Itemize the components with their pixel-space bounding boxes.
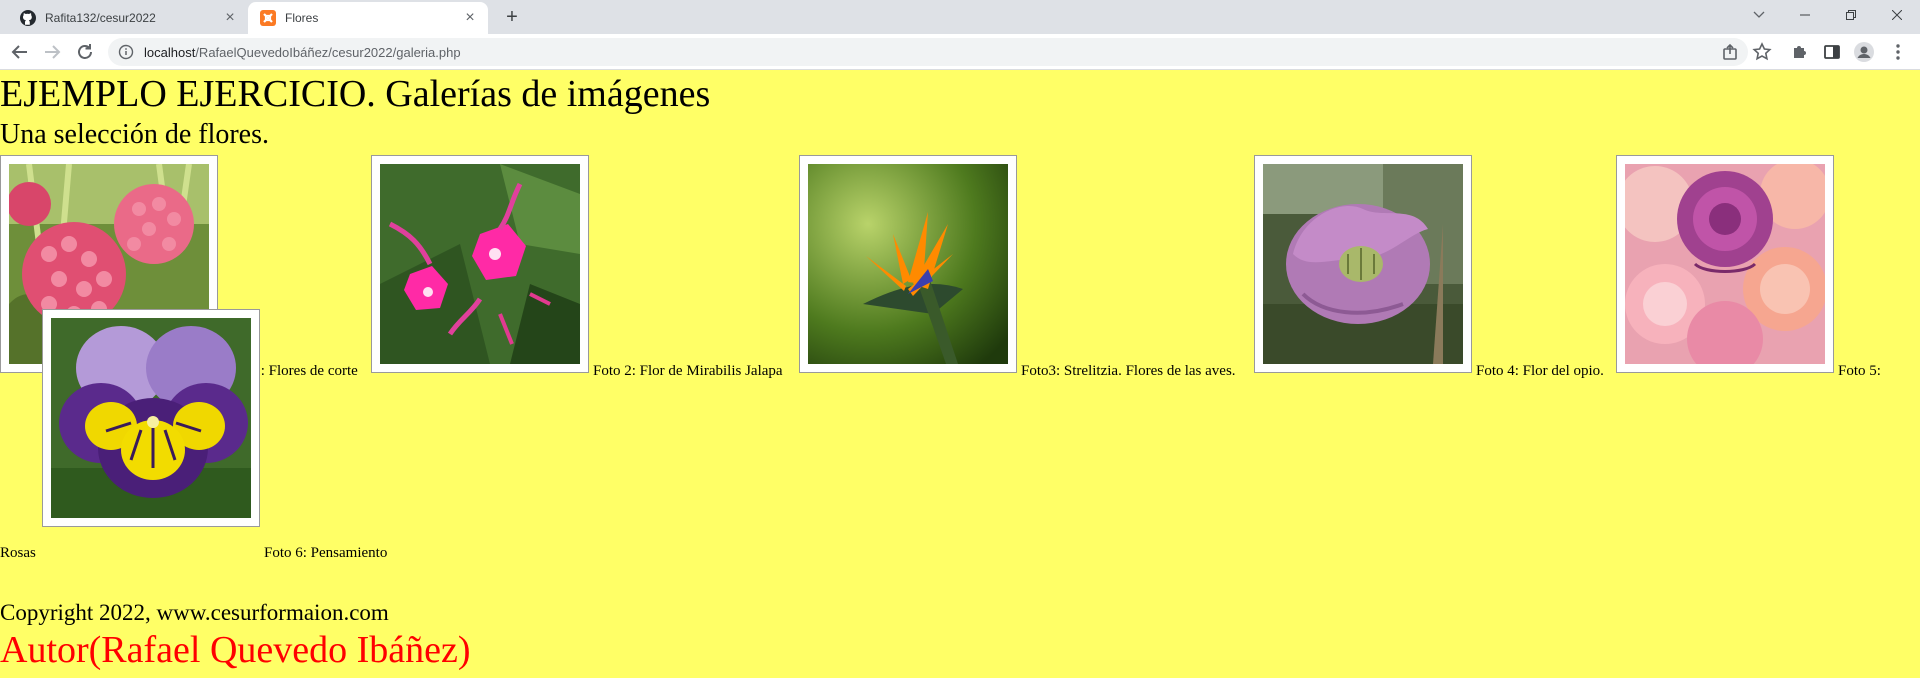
- side-panel-icon[interactable]: [1820, 40, 1844, 64]
- page-content: EJEMPLO EJERCICIO. Galerías de imágenes …: [0, 71, 1920, 678]
- photo-5-caption-line2: Rosas: [0, 545, 36, 561]
- photo-2-caption: Foto 2: Flor de Mirabilis Jalapa: [593, 363, 783, 379]
- strelitzia-image: [808, 164, 1008, 364]
- url-path: /RafaelQuevedoIbáñez/cesur2022/galeria.p…: [195, 44, 461, 60]
- pansy-image: [51, 318, 251, 518]
- reload-icon[interactable]: [73, 40, 97, 64]
- photo-4-caption: Foto 4: Flor del opio.: [1476, 363, 1604, 379]
- url-host: localhost: [144, 44, 196, 60]
- address-bar[interactable]: localhost/RafaelQuevedoIbáñez/cesur2022/…: [108, 38, 1748, 66]
- back-arrow-icon[interactable]: [8, 40, 32, 64]
- minimize-icon[interactable]: [1782, 0, 1828, 30]
- page-subtitle: Una selección de flores.: [0, 119, 269, 150]
- close-icon[interactable]: ×: [222, 10, 238, 26]
- xampp-icon: [260, 10, 276, 26]
- tab-github[interactable]: Rafita132/cesur2022 ×: [8, 2, 248, 34]
- share-icon[interactable]: [1718, 40, 1742, 64]
- poppy-image: [1263, 164, 1463, 364]
- tab-strip: Rafita132/cesur2022 × Flores × +: [0, 0, 1920, 34]
- kebab-menu-icon[interactable]: [1886, 40, 1910, 64]
- bookmark-star-icon[interactable]: [1750, 40, 1774, 64]
- site-info-icon[interactable]: [118, 44, 134, 60]
- forward-arrow-icon[interactable]: [40, 40, 64, 64]
- tab-title: Flores: [285, 11, 319, 25]
- photo-6-pansy: [42, 309, 260, 527]
- tab-search-chevron-icon[interactable]: [1736, 0, 1782, 30]
- close-icon[interactable]: ×: [462, 10, 478, 26]
- photo-6-caption: Foto 6: Pensamiento: [264, 545, 388, 561]
- profile-avatar-icon[interactable]: [1852, 40, 1876, 64]
- browser-toolbar: localhost/RafaelQuevedoIbáñez/cesur2022/…: [0, 34, 1920, 70]
- tab-title: Rafita132/cesur2022: [45, 11, 156, 25]
- mirabilis-flower-image: [380, 164, 580, 364]
- page-title: EJEMPLO EJERCICIO. Galerías de imágenes: [0, 73, 711, 115]
- github-icon: [20, 10, 36, 26]
- restore-icon[interactable]: [1828, 0, 1874, 30]
- url-text: localhost/RafaelQuevedoIbáñez/cesur2022/…: [144, 45, 461, 60]
- photo-5-roses: [1616, 155, 1834, 373]
- new-tab-plus-icon[interactable]: +: [500, 6, 524, 30]
- roses-image: [1625, 164, 1825, 364]
- photo-5-caption-line1: Foto 5:: [1838, 363, 1881, 379]
- tab-flores[interactable]: Flores ×: [248, 2, 488, 34]
- photo-2-mirabilis: [371, 155, 589, 373]
- close-window-icon[interactable]: [1874, 0, 1920, 30]
- photo-3-strelitzia: [799, 155, 1017, 373]
- author-text: Autor(Rafael Quevedo Ibáñez): [0, 629, 471, 671]
- photo-4-poppy: [1254, 155, 1472, 373]
- photo-3-caption: Foto3: Strelitzia. Flores de las aves.: [1021, 363, 1236, 379]
- copyright-text: Copyright 2022, www.cesurformaion.com: [0, 600, 389, 625]
- extensions-puzzle-icon[interactable]: [1788, 40, 1812, 64]
